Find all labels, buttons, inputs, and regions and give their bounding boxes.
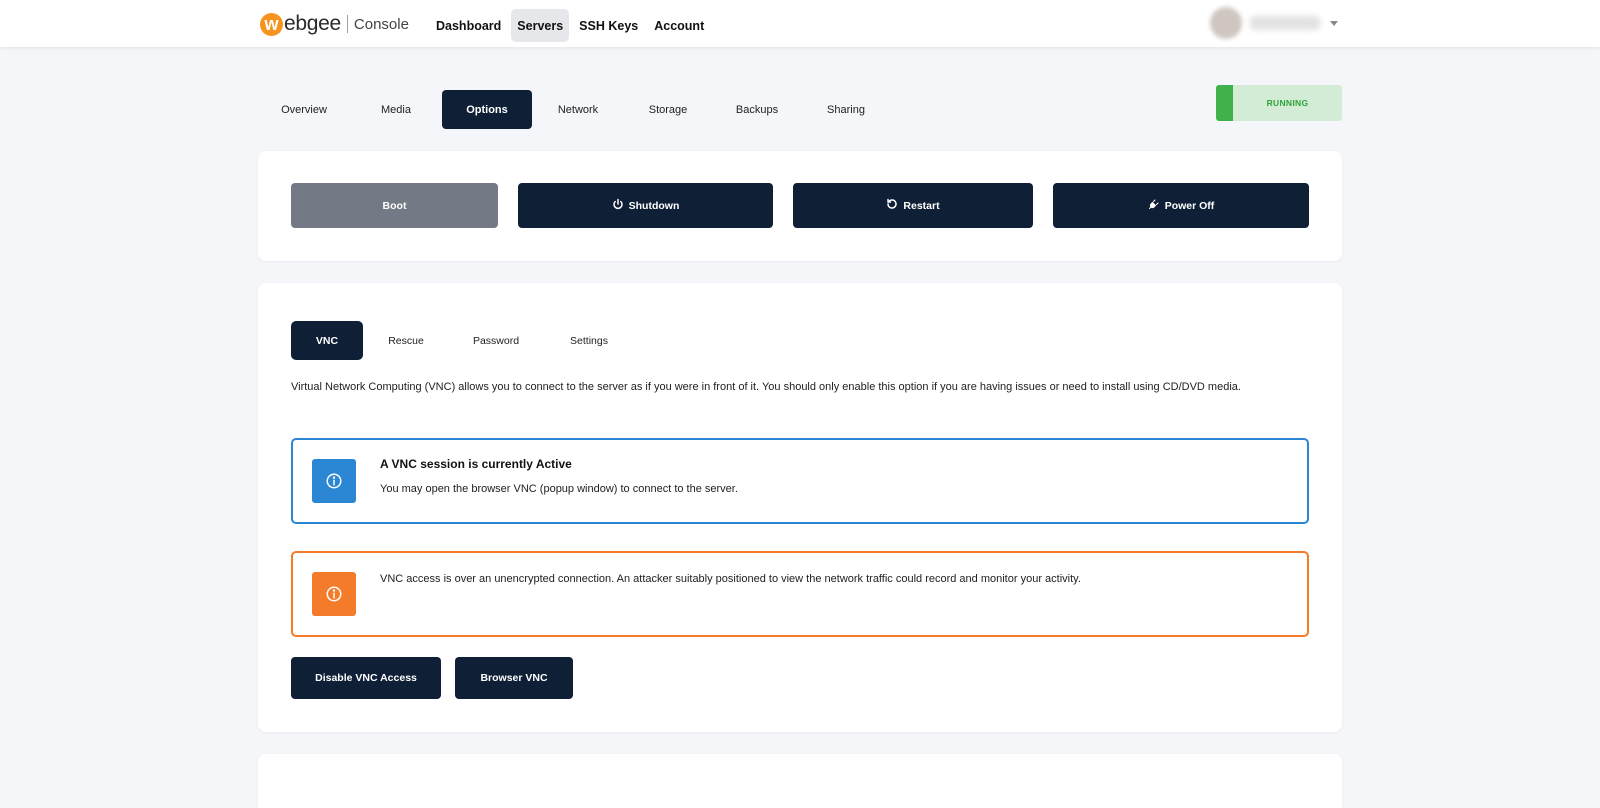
logo-product-name: Console [353,15,409,33]
nav-servers[interactable]: Servers [511,9,570,42]
vnc-description: Virtual Network Computing (VNC) allows y… [291,381,1241,393]
tab-network[interactable]: Network [532,90,624,129]
nav-dashboard[interactable]: Dashboard [430,9,507,42]
tab-options[interactable]: Options [442,90,532,129]
chevron-down-icon [1330,21,1338,26]
status-badge: RUNNING [1216,85,1342,121]
status-indicator [1216,85,1233,121]
tab-sharing[interactable]: Sharing [802,90,890,129]
tab-storage[interactable]: Storage [624,90,712,129]
boot-label: Boot [382,199,407,212]
server-tabs: Overview Media Options Network Storage B… [258,90,890,129]
user-name-redacted [1250,16,1320,30]
info-icon [312,572,356,616]
browser-vnc-button[interactable]: Browser VNC [455,657,573,699]
nav-account[interactable]: Account [648,9,710,42]
webgee-logo[interactable]: w ebgee Console [260,11,409,37]
disable-vnc-button[interactable]: Disable VNC Access [291,657,441,699]
warning-body: VNC access is over an unencrypted connec… [380,573,1081,585]
status-label: RUNNING [1266,98,1309,108]
shutdown-label: Shutdown [628,199,680,212]
logo-wordmark: ebgee [284,12,341,35]
info-icon [312,459,356,503]
alert-body: You may open the browser VNC (popup wind… [380,483,738,495]
options-subtabs: VNC Rescue Password Settings [291,321,635,360]
restart-icon [886,198,898,213]
logo-mark: w [260,12,283,36]
vnc-active-alert: A VNC session is currently Active You ma… [291,438,1309,524]
tab-media[interactable]: Media [350,90,442,129]
logo-divider [346,15,348,33]
main-nav: Dashboard Servers SSH Keys Account [430,9,714,42]
top-navbar: w ebgee Console Dashboard Servers SSH Ke… [0,0,1600,47]
power-off-label: Power Off [1164,199,1215,212]
tab-overview[interactable]: Overview [258,90,350,129]
tab-rescue[interactable]: Rescue [363,321,449,360]
tab-backups[interactable]: Backups [712,90,802,129]
boot-button[interactable]: Boot [291,183,498,228]
avatar [1210,7,1242,39]
power-off-button[interactable]: Power Off [1053,183,1309,228]
user-menu[interactable] [1210,6,1338,40]
tab-settings[interactable]: Settings [543,321,635,360]
tab-vnc[interactable]: VNC [291,321,363,360]
alert-title: A VNC session is currently Active [380,457,572,471]
next-card [258,754,1342,808]
restart-button[interactable]: Restart [793,183,1033,228]
nav-ssh-keys[interactable]: SSH Keys [573,9,644,42]
plug-icon [1148,198,1160,213]
power-icon [612,198,624,213]
restart-label: Restart [903,199,940,212]
vnc-security-warning: VNC access is over an unencrypted connec… [291,551,1309,637]
shutdown-button[interactable]: Shutdown [518,183,773,228]
tab-password[interactable]: Password [449,321,543,360]
